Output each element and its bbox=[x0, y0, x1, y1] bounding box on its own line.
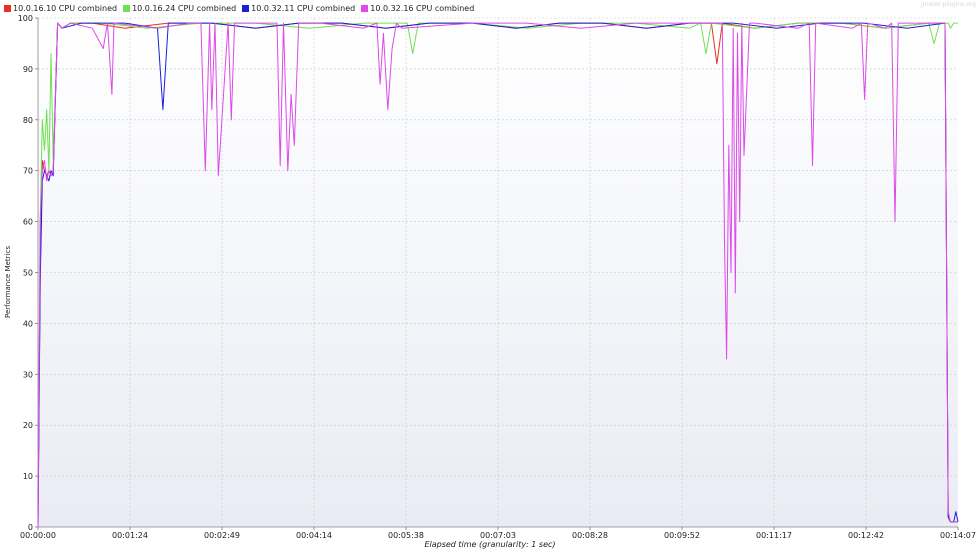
x-tick-label: 00:12:42 bbox=[848, 531, 884, 540]
line-chart: 010203040506070809010000:00:00 00:01:24 00… bbox=[18, 14, 976, 540]
y-tick-label: 100 bbox=[18, 14, 33, 23]
y-tick-label: 90 bbox=[23, 65, 33, 74]
y-tick-label: 40 bbox=[23, 319, 33, 328]
y-tick-label: 80 bbox=[23, 116, 33, 125]
x-tick-label: 00:04:14 bbox=[296, 531, 332, 540]
y-axis-label: Performance Metrics bbox=[4, 246, 12, 318]
x-axis-label: Elapsed time (granularity: 1 sec) bbox=[424, 540, 556, 549]
y-tick-label: 60 bbox=[23, 218, 33, 227]
y-tick-label: 30 bbox=[23, 370, 33, 379]
x-tick-label: 00:01:24 bbox=[112, 531, 148, 540]
x-tick-label: 00:14:07 bbox=[940, 531, 976, 540]
y-tick-label: 10 bbox=[23, 472, 33, 481]
x-tick-label: 00:08:28 bbox=[572, 531, 608, 540]
y-tick-label: 70 bbox=[23, 167, 33, 176]
x-tick-label: 00:07:03 bbox=[480, 531, 516, 540]
x-tick-label: 00:09:52 bbox=[664, 531, 700, 540]
y-tick-label: 50 bbox=[23, 269, 33, 278]
x-tick-label: 00:02:49 bbox=[204, 531, 240, 540]
x-tick-label: 00:05:38 bbox=[388, 531, 424, 540]
x-tick-label: 00:11:17 bbox=[756, 531, 792, 540]
y-tick-label: 20 bbox=[23, 421, 33, 430]
x-tick-label: 00:00:00 bbox=[20, 531, 56, 540]
